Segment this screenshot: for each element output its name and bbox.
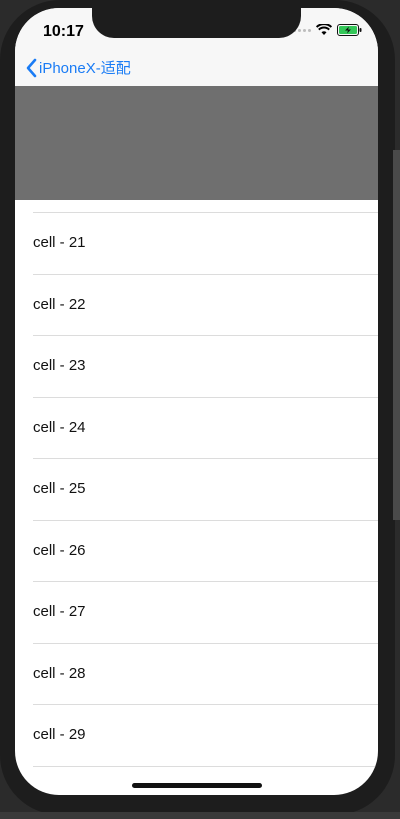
back-button[interactable]: iPhoneX-适配 bbox=[25, 57, 131, 78]
device-side-edge bbox=[393, 150, 400, 520]
status-time: 10:17 bbox=[43, 23, 84, 40]
table-row[interactable]: cell - 21 bbox=[33, 213, 378, 275]
table-row[interactable]: cell - 26 bbox=[33, 521, 378, 582]
chevron-left-icon bbox=[26, 58, 37, 77]
cell-label: cell - 25 bbox=[33, 480, 86, 497]
phone-screen: 10:17 iPhoneX-适配 cell - 21 cell - 22 cel… bbox=[15, 8, 378, 795]
cell-label: cell - 26 bbox=[33, 541, 86, 559]
table-row[interactable]: cell - 29 bbox=[33, 705, 378, 767]
cell-label: cell - 21 bbox=[33, 234, 86, 251]
status-icons bbox=[293, 24, 362, 36]
table-row[interactable]: cell - 27 bbox=[33, 582, 378, 644]
navigation-bar: iPhoneX-适配 bbox=[15, 52, 378, 86]
row-separator bbox=[33, 200, 378, 213]
table-row[interactable]: cell - 22 bbox=[33, 275, 378, 336]
cell-label: cell - 23 bbox=[33, 357, 86, 374]
table-view[interactable]: cell - 21 cell - 22 cell - 23 cell - 24 … bbox=[15, 200, 378, 767]
back-button-label: iPhoneX-适配 bbox=[39, 60, 131, 77]
cell-label: cell - 28 bbox=[33, 664, 86, 682]
battery-charging-icon bbox=[337, 24, 362, 36]
home-indicator[interactable] bbox=[132, 783, 262, 788]
cell-label: cell - 27 bbox=[33, 603, 86, 620]
table-header-view bbox=[15, 86, 378, 200]
cell-label: cell - 22 bbox=[33, 295, 86, 313]
table-row[interactable]: cell - 24 bbox=[33, 398, 378, 459]
table-row[interactable]: cell - 28 bbox=[33, 644, 378, 705]
cell-label: cell - 24 bbox=[33, 418, 86, 436]
notch bbox=[92, 8, 301, 38]
table-row[interactable]: cell - 23 bbox=[33, 336, 378, 398]
cell-label: cell - 29 bbox=[33, 726, 86, 743]
wifi-icon bbox=[316, 24, 332, 35]
table-row[interactable]: cell - 25 bbox=[33, 459, 378, 521]
device-bottom-strip bbox=[0, 812, 400, 819]
